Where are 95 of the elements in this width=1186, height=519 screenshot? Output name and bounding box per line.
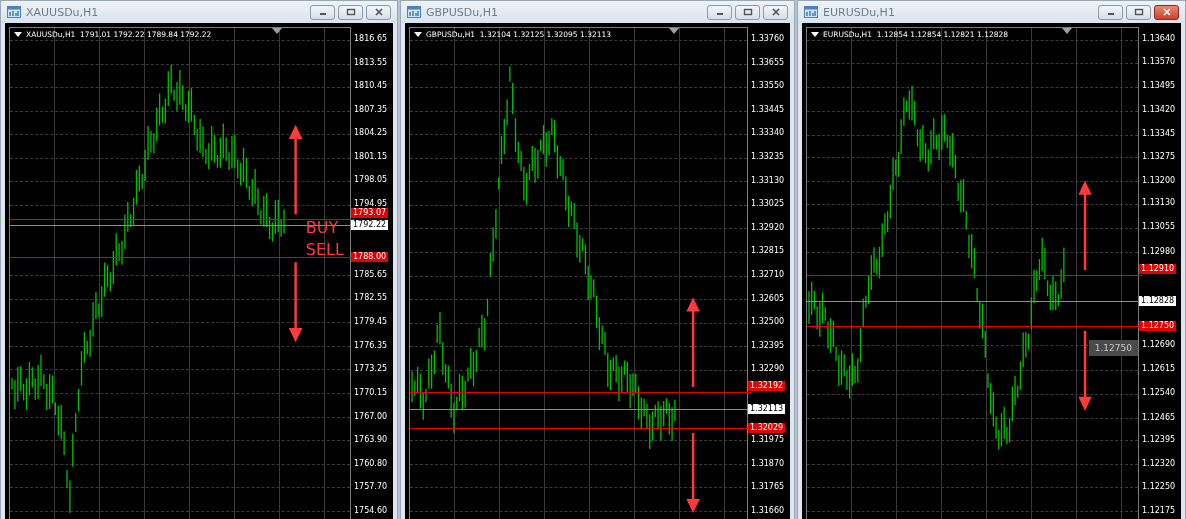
price-axis-label: 1807.35 [354, 104, 388, 115]
price-axis-label: 1.32395 [751, 340, 785, 351]
chart-shift-icon[interactable] [1061, 28, 1072, 34]
window-title: GBPUSDu,H1 [426, 5, 499, 19]
price-axis-label: 1776.35 [354, 340, 388, 351]
restore-icon [742, 8, 753, 16]
price-axis-label: 1763.90 [354, 435, 388, 446]
close-icon [1161, 8, 1172, 16]
close-button[interactable] [366, 4, 391, 20]
price-axis-label: 1.13570 [1142, 56, 1176, 67]
trade-label: BUY [305, 217, 340, 239]
price-axis-label: 1.12175 [1142, 506, 1176, 516]
price-axis-label: 1.12465 [1142, 412, 1176, 423]
maximize-button[interactable] [735, 4, 760, 20]
price-axis-label: 1.31660 [751, 506, 785, 516]
price-axis-label: 1.32500 [751, 317, 785, 328]
price-axis-label: 1.13420 [1142, 104, 1176, 115]
price-axis-label: 1.13275 [1142, 151, 1176, 162]
maximize-button[interactable] [1126, 4, 1151, 20]
price-tooltip: 1.12750 [1088, 340, 1138, 357]
chart-window-icon [407, 6, 421, 18]
price-axis-label: 1.31765 [751, 482, 785, 493]
minimize-button[interactable] [1098, 4, 1123, 20]
close-button[interactable] [763, 4, 788, 20]
price-axis-label: 1.12980 [1142, 246, 1176, 257]
price-axis-label: 1.12690 [1142, 340, 1176, 351]
price-axis-label: 1.33445 [751, 104, 785, 115]
price-axis-label: 1.13055 [1142, 222, 1176, 233]
price-axis-label: 1.33025 [751, 199, 785, 210]
price-axis-label: 1794.95 [354, 199, 388, 209]
price-axis-label: 1.32815 [751, 246, 785, 257]
price-label: 1792.22 [351, 219, 389, 230]
minimize-button[interactable] [707, 4, 732, 20]
price-axis-label: 1.13130 [1142, 198, 1176, 209]
chart-window-icon [7, 6, 21, 18]
price-axis-label: 1773.25 [354, 364, 388, 375]
price-label: 1788.00 [351, 251, 389, 262]
price-axis-label: 1810.45 [354, 81, 388, 92]
restore-icon [345, 8, 356, 16]
price-axis-label: 1.13200 [1142, 175, 1176, 186]
restore-icon [1133, 8, 1144, 16]
price-axis-label: 1.13345 [1142, 129, 1176, 140]
price-axis-label: 1.13495 [1142, 80, 1176, 91]
minimize-button[interactable] [310, 4, 335, 20]
price-label: 1.12910 [1139, 264, 1177, 275]
dropdown-triangle-icon[interactable] [811, 32, 819, 37]
price-axis-label: 1804.25 [354, 128, 388, 139]
close-icon [373, 8, 384, 16]
price-axis-label: 1.13640 [1142, 34, 1176, 44]
price-axis-label: 1.12250 [1142, 481, 1176, 492]
price-label: 1.32113 [748, 404, 786, 415]
price-label: 1.32192 [748, 381, 786, 392]
price-label: 1.32029 [748, 423, 786, 434]
price-axis-label: 1.33550 [751, 81, 785, 92]
price-axis-label: 1779.45 [354, 316, 388, 327]
price-axis-label: 1.31870 [751, 458, 785, 469]
price-axis-label: 1.33655 [751, 57, 785, 68]
price-axis-label: 1.33340 [751, 128, 785, 139]
price-axis-label: 1782.55 [354, 293, 388, 304]
price-axis-label: 1754.60 [354, 506, 388, 516]
price-axis-label: 1.32710 [751, 270, 785, 280]
chart-window-icon [804, 6, 818, 18]
price-axis-label: 1770.15 [354, 387, 388, 398]
close-icon [770, 8, 781, 16]
trade-label: SELL [305, 239, 344, 261]
dropdown-triangle-icon[interactable] [14, 32, 22, 37]
chart-shift-icon[interactable] [669, 28, 680, 34]
window-title: XAUUSDu,H1 [26, 5, 100, 19]
price-axis-label: 1.33235 [751, 152, 785, 162]
maximize-button[interactable] [338, 4, 363, 20]
price-axis-label: 1813.55 [354, 57, 388, 68]
price-axis-label: 1785.65 [354, 269, 388, 280]
dropdown-triangle-icon[interactable] [414, 32, 422, 37]
chart-shift-icon[interactable] [271, 28, 282, 34]
price-axis-label: 1.32290 [751, 364, 785, 375]
price-axis-label: 1.32605 [751, 293, 785, 304]
price-axis-label: 1767.00 [354, 411, 388, 422]
price-label: 1793.07 [351, 208, 389, 219]
price-axis-label: 1.33760 [751, 34, 785, 44]
price-axis-label: 1.12395 [1142, 435, 1176, 446]
price-axis-label: 1.12540 [1142, 388, 1176, 399]
price-axis-label: 1816.65 [354, 34, 388, 44]
price-axis-label: 1.32920 [751, 222, 785, 233]
price-axis-label: 1.12615 [1142, 364, 1176, 375]
price-axis-label: 1798.05 [354, 175, 388, 186]
price-axis-label: 1.12320 [1142, 459, 1176, 470]
price-label: 1.12828 [1139, 295, 1177, 306]
price-axis-label: 1801.15 [354, 151, 388, 162]
close-button[interactable] [1154, 4, 1179, 20]
price-axis-label: 1.33130 [751, 175, 785, 186]
price-axis-label: 1.31975 [751, 435, 785, 446]
price-label: 1.12750 [1139, 320, 1177, 331]
price-axis-label: 1760.80 [354, 458, 388, 469]
window-title: EURUSDu,H1 [823, 5, 896, 19]
price-axis-label: 1757.70 [354, 482, 388, 493]
